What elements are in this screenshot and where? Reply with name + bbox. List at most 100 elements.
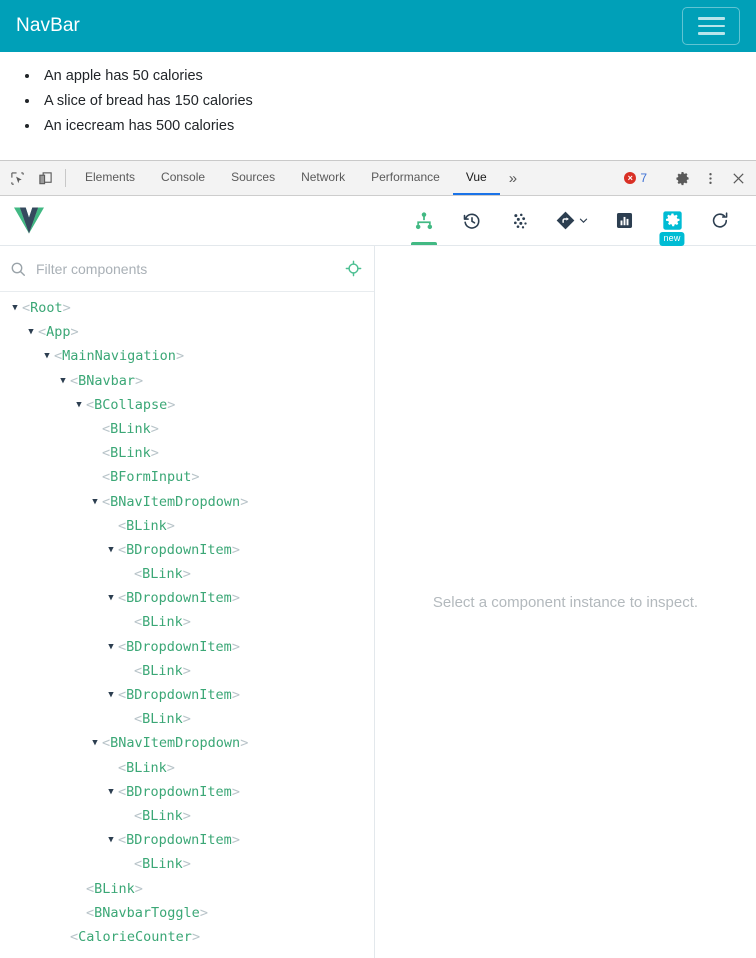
gear-icon[interactable] xyxy=(668,171,696,186)
vue-devtools: new Filter components ▼ < Root > ▼ < App… xyxy=(0,196,756,958)
chevron-down-icon[interactable]: ▼ xyxy=(88,490,102,514)
tag-close-bracket: > xyxy=(231,783,240,800)
hamburger-icon-bar-2 xyxy=(697,24,725,28)
component-name: BLink xyxy=(94,880,135,897)
routing-icon[interactable] xyxy=(544,196,600,245)
component-name: BDropdownItem xyxy=(126,638,232,655)
navbar-toggle-button[interactable] xyxy=(682,7,740,45)
chevron-down-icon[interactable]: ▼ xyxy=(104,586,118,610)
chevron-down-icon[interactable]: ▼ xyxy=(88,731,102,755)
component-name: BDropdownItem xyxy=(126,832,232,849)
component-tree-node[interactable]: ▼<BLink> xyxy=(0,756,374,780)
tab-console[interactable]: Console xyxy=(148,161,218,195)
tag-close-bracket: > xyxy=(240,735,249,752)
kebab-menu-icon[interactable] xyxy=(696,171,724,186)
component-name: BLink xyxy=(110,445,151,462)
component-tree-node[interactable]: ▼<BLink> xyxy=(0,852,374,876)
vuex-icon[interactable] xyxy=(496,196,544,245)
component-tree-node[interactable]: ▼<BLink> xyxy=(0,514,374,538)
chevron-down-icon[interactable]: ▼ xyxy=(104,780,118,804)
component-tree-node[interactable]: ▼ < BDropdownItem > xyxy=(0,780,374,804)
chevron-down-icon[interactable]: ▼ xyxy=(56,369,70,393)
component-tree-node[interactable]: ▼<BLink> xyxy=(0,441,374,465)
tag-open-bracket: < xyxy=(118,590,127,607)
chevron-down-icon[interactable]: ▼ xyxy=(24,320,38,344)
more-tabs-icon[interactable]: » xyxy=(500,161,526,195)
filter-components-input[interactable] xyxy=(26,260,345,277)
component-tree-node[interactable]: ▼ < BDropdownItem > xyxy=(0,586,374,610)
tab-elements[interactable]: Elements xyxy=(72,161,148,195)
tab-performance[interactable]: Performance xyxy=(358,161,453,195)
chevron-down-icon[interactable]: ▼ xyxy=(104,635,118,659)
component-tree-node[interactable]: ▼<BLink> xyxy=(0,804,374,828)
component-name: App xyxy=(46,324,71,341)
component-tree-node[interactable]: ▼ < BCollapse > xyxy=(0,393,374,417)
component-tree-node[interactable]: ▼ < MainNavigation > xyxy=(0,344,374,368)
component-name: BFormInput xyxy=(110,469,192,486)
tag-open-bracket: < xyxy=(102,420,111,437)
chevron-down-icon[interactable]: ▼ xyxy=(8,296,22,320)
calorie-list-item: An icecream has 500 calories xyxy=(40,114,756,139)
close-icon[interactable] xyxy=(724,171,752,186)
error-count-badge[interactable]: × 7 xyxy=(616,171,655,185)
chevron-down-icon[interactable]: ▼ xyxy=(104,828,118,852)
component-name: BDropdownItem xyxy=(126,687,232,703)
component-tree-node[interactable]: ▼<BLink> xyxy=(0,610,374,634)
inspect-element-icon[interactable] xyxy=(3,161,31,195)
component-tree-node[interactable]: ▼ < BNavItemDropdown > xyxy=(0,731,374,755)
component-tree-node[interactable]: ▼ < BDropdownItem > xyxy=(0,683,374,707)
component-tree-node[interactable]: ▼<BLink> xyxy=(0,877,374,901)
component-tree-node[interactable]: ▼ < App > xyxy=(0,320,374,344)
tab-network[interactable]: Network xyxy=(288,161,358,195)
component-tree-node[interactable]: ▼<BLink> xyxy=(0,659,374,683)
device-toolbar-icon[interactable] xyxy=(31,161,59,195)
component-tree-node[interactable]: ▼ < Root > xyxy=(0,296,374,320)
tag-open-bracket: < xyxy=(22,300,31,316)
tag-open-bracket: < xyxy=(118,517,127,534)
tag-close-bracket: > xyxy=(191,469,200,486)
tag-close-bracket: > xyxy=(231,832,240,849)
app-navbar: NavBar xyxy=(0,0,756,52)
components-tree-icon[interactable] xyxy=(400,196,448,245)
navbar-brand[interactable]: NavBar xyxy=(16,15,80,37)
component-name: MainNavigation xyxy=(62,348,176,365)
tag-open-bracket: < xyxy=(118,638,127,655)
component-tree-node[interactable]: ▼ < BDropdownItem > xyxy=(0,635,374,659)
component-tree-node[interactable]: ▼<BNavbarToggle> xyxy=(0,901,374,925)
component-tree-node[interactable]: ▼ < BNavItemDropdown > xyxy=(0,490,374,514)
component-tree-node[interactable]: ▼<BLink> xyxy=(0,417,374,441)
chevron-down-icon[interactable]: ▼ xyxy=(72,393,86,417)
component-name: BLink xyxy=(142,566,183,583)
component-tree-node[interactable]: ▼<BFormInput> xyxy=(0,465,374,489)
component-tree-scroll[interactable]: ▼ < Root > ▼ < App > ▼ < MainNavigation > ▼ < BNavbar >… xyxy=(0,292,374,958)
tag-open-bracket: < xyxy=(118,832,127,849)
component-tree-node[interactable]: ▼ < BDropdownItem > xyxy=(0,828,374,852)
timeline-history-icon[interactable] xyxy=(448,196,496,245)
component-tree-node[interactable]: ▼<BLink> xyxy=(0,562,374,586)
tab-sources[interactable]: Sources xyxy=(218,161,288,195)
devtools-toolbar-right: × 7 xyxy=(616,161,756,195)
refresh-icon[interactable] xyxy=(696,196,744,245)
component-tree-node[interactable]: ▼ < BNavbar > xyxy=(0,369,374,393)
tag-close-bracket: > xyxy=(231,638,240,655)
component-name: BNavItemDropdown xyxy=(110,493,241,510)
component-name: BNavbarToggle xyxy=(94,904,200,921)
chevron-down-icon[interactable]: ▼ xyxy=(104,683,118,707)
component-name: BLink xyxy=(142,662,183,679)
tab-vue[interactable]: Vue xyxy=(452,161,500,195)
tag-close-bracket: > xyxy=(166,517,175,534)
chevron-down-icon[interactable]: ▼ xyxy=(40,344,54,368)
component-name: Root xyxy=(30,300,63,316)
tag-open-bracket: < xyxy=(86,396,95,413)
component-tree-node[interactable]: ▼<BLink> xyxy=(0,707,374,731)
performance-chart-icon[interactable] xyxy=(600,196,648,245)
error-count-label: 7 xyxy=(640,171,647,185)
component-tree-node[interactable]: ▼<CalorieCounter> xyxy=(0,925,374,949)
settings-gear-icon[interactable]: new xyxy=(648,196,696,246)
component-name: CalorieCounter xyxy=(78,928,192,945)
target-crosshair-icon[interactable] xyxy=(345,260,362,277)
devtools-tab-list: Elements Console Sources Network Performance… xyxy=(72,161,500,195)
component-tree-node[interactable]: ▼ < BDropdownItem > xyxy=(0,538,374,562)
chevron-down-icon[interactable]: ▼ xyxy=(104,538,118,562)
tag-open-bracket: < xyxy=(70,928,79,945)
